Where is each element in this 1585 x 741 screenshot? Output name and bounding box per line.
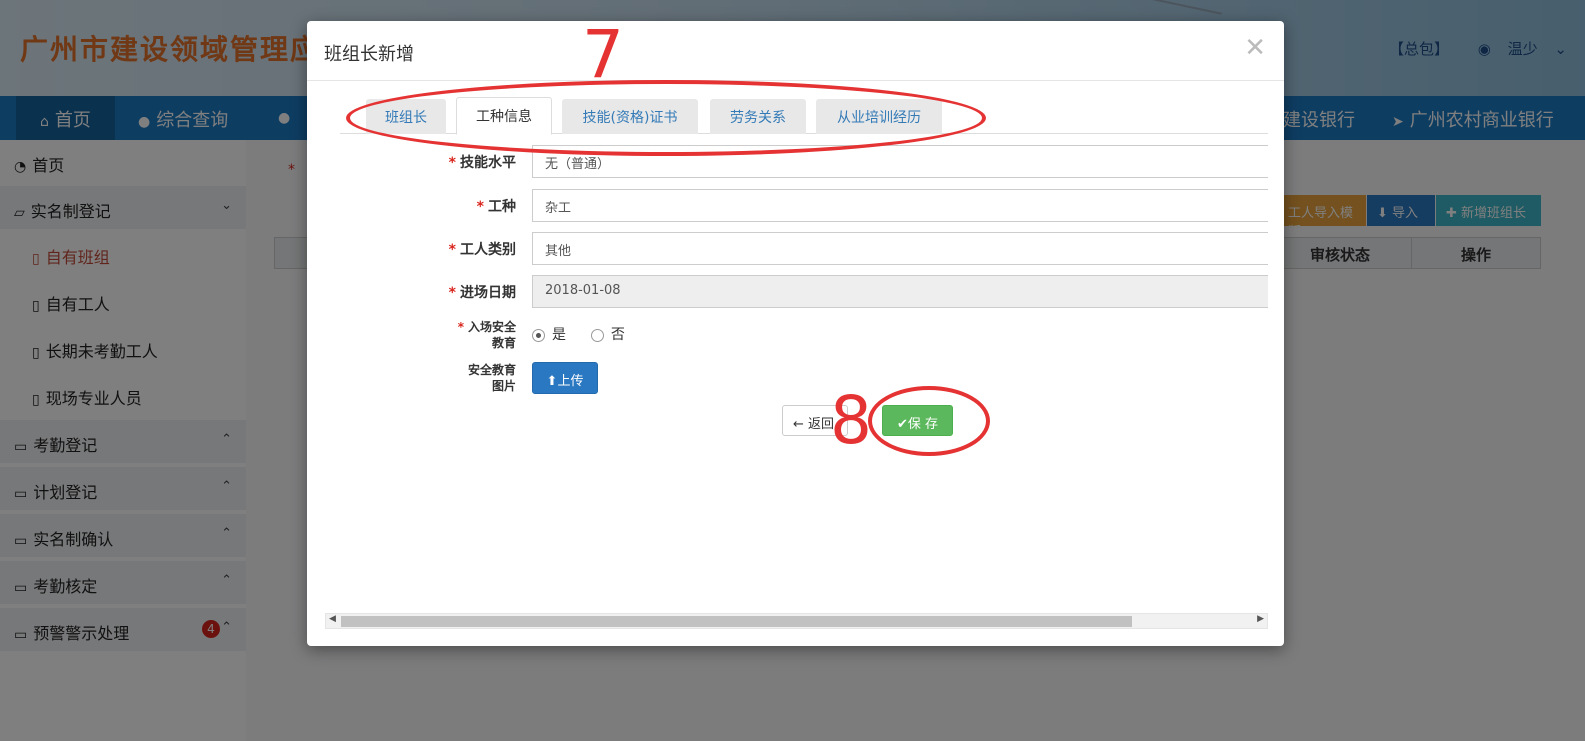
close-icon[interactable]: ✕ [1244, 33, 1266, 63]
safety-photo-label-1: 安全教育 [467, 363, 516, 377]
worker-category-label: 工人类别 [460, 242, 516, 258]
entry-date-input[interactable]: 2018-01-08 [532, 275, 1268, 308]
arrow-left-icon: ← [793, 417, 804, 432]
modal-header: 班组长新增 ✕ [307, 21, 1284, 81]
scroll-right-icon[interactable]: ▶ [1257, 614, 1264, 624]
work-type-label: 工种 [488, 199, 516, 215]
form-row-entry-date: * 进场日期 2018-01-08 [340, 275, 1268, 308]
required-marker: * [448, 242, 456, 258]
upload-button[interactable]: ⬆上传 [532, 362, 598, 394]
safety-education-label-1: 入场安全 [467, 320, 516, 334]
worker-category-select[interactable]: 其他 [532, 232, 1268, 265]
safety-photo-label-2: 图片 [491, 379, 516, 393]
required-marker: * [457, 320, 464, 334]
safety-education-radios: 是 否 [532, 324, 625, 344]
form-row-worker-category: * 工人类别 其他 [340, 232, 1268, 265]
field-label: * 进场日期 [340, 282, 516, 302]
radio-yes-label: 是 [552, 327, 566, 343]
required-marker: * [448, 155, 456, 171]
radio-no-label: 否 [610, 327, 625, 343]
safety-education-label-2: 教育 [491, 336, 516, 350]
radio-yes[interactable] [532, 328, 545, 342]
modal-title: 班组长新增 [324, 44, 414, 65]
upload-label: 上传 [557, 374, 584, 389]
annotation-circle-save [868, 386, 990, 456]
annotation-circle-tabs [346, 80, 986, 156]
scroll-left-icon[interactable]: ◀ [329, 614, 336, 624]
annotation-number-8: 8 [830, 382, 872, 459]
work-type-select[interactable]: 杂工 [532, 189, 1268, 222]
required-marker: * [476, 199, 484, 215]
form-row-work-type: * 工种 杂工 [340, 189, 1268, 222]
field-label: * 入场安全 教育 [340, 319, 516, 351]
required-marker: * [448, 285, 456, 301]
field-label: * 工人类别 [340, 239, 516, 259]
field-label: * 技能水平 [340, 152, 516, 172]
radio-no[interactable] [590, 328, 604, 342]
annotation-number-7: 7 [582, 16, 624, 93]
entry-date-label: 进场日期 [460, 285, 516, 301]
field-label: * 工种 [340, 196, 516, 216]
scrollbar-thumb[interactable] [341, 616, 1132, 627]
skill-level-label: 技能水平 [460, 155, 516, 171]
field-label: 安全教育 图片 [340, 362, 516, 394]
upload-icon: ⬆ [546, 374, 558, 389]
form-row-safety-education: * 入场安全 教育 是 否 [340, 319, 1268, 353]
form-row-safety-photo: 安全教育 图片 ⬆上传 [340, 362, 1268, 396]
horizontal-scrollbar[interactable]: ◀ ▶ [325, 613, 1268, 629]
